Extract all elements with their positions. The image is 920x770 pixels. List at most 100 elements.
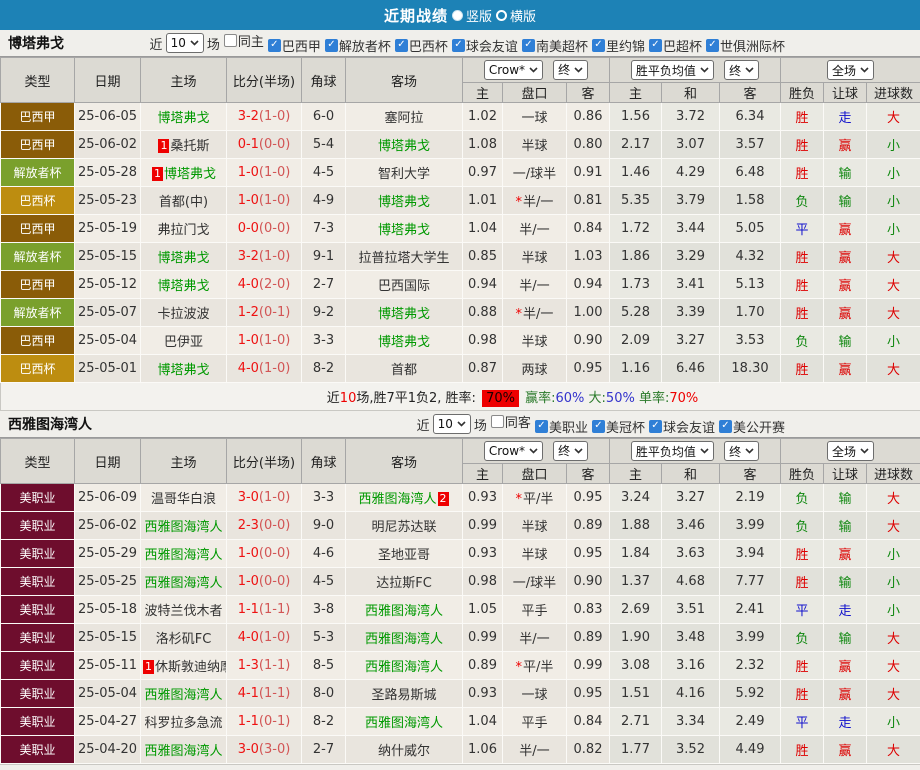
- team-name-text: 博塔弗戈: [378, 223, 430, 238]
- cell-handicap-result: 赢: [824, 243, 867, 271]
- filter-checkbox[interactable]: ✓: [649, 39, 662, 52]
- vertical-layout-radio[interactable]: [452, 10, 463, 21]
- score-fulltime: 2-3: [238, 518, 259, 533]
- cell-date: 25-06-09: [75, 484, 141, 512]
- cell-avg-draw: 3.51: [662, 596, 720, 624]
- title-bar: 近期战绩 竖版 横版: [0, 0, 920, 30]
- filter-checkbox[interactable]: ✓: [592, 39, 605, 52]
- match-count-select[interactable]: 10: [433, 414, 471, 434]
- cell-odds-handicap: *平/半: [503, 652, 567, 680]
- cell-avg-away: 3.99: [720, 512, 781, 540]
- team-name-text: 西雅图海湾人: [365, 604, 443, 619]
- odds-company-select[interactable]: Crow*: [484, 441, 543, 461]
- cell-goals-result: 小: [867, 187, 920, 215]
- chevron-down-icon: [745, 67, 754, 73]
- cell-handicap-result: 输: [824, 187, 867, 215]
- scope-select[interactable]: 全场: [827, 60, 874, 80]
- recent-results-table: 类型 日期 主场 比分(半场) 角球 客场 Crow* 终 胜平负均值 终 全场: [0, 438, 920, 764]
- cell-avg-draw: 3.27: [662, 327, 720, 355]
- cell-handicap-result: 输: [824, 512, 867, 540]
- filter-check: ✓世俱洲际杯: [702, 36, 785, 55]
- sub-header-odds-home: 主: [463, 464, 503, 484]
- filter-checkbox[interactable]: ✓: [592, 420, 605, 433]
- summary-segment: 70%: [482, 390, 519, 407]
- cell-odds-handicap: 半/一: [503, 736, 567, 764]
- odds-time-select[interactable]: 终: [553, 441, 588, 461]
- cell-competition: 巴西甲: [1, 215, 75, 243]
- star-mark: *: [516, 307, 523, 322]
- avg-time-select[interactable]: 终: [724, 60, 759, 80]
- scope-select[interactable]: 全场: [827, 441, 874, 461]
- cell-handicap-result: 赢: [824, 271, 867, 299]
- score-halftime: (1-0): [259, 109, 290, 124]
- cell-odds-away: 0.90: [567, 327, 610, 355]
- team-name-text: 首都(中): [159, 195, 208, 210]
- cell-avg-draw: 6.46: [662, 355, 720, 383]
- filter-check-label: 美冠杯: [606, 417, 645, 436]
- avg-time-select[interactable]: 终: [724, 441, 759, 461]
- filter-checkbox[interactable]: [491, 415, 504, 428]
- handicap-text: 半/一: [523, 195, 553, 210]
- team-name-text: 博塔弗戈: [157, 251, 209, 266]
- cell-competition: 美职业: [1, 624, 75, 652]
- cell-home-team: 西雅图海湾人: [141, 540, 227, 568]
- table-row: 巴西杯25-05-23首都(中)1-0(1-0)4-9博塔弗戈1.01*半/一0…: [1, 187, 920, 215]
- col-header-score: 比分(半场): [227, 439, 302, 484]
- cell-result: 平: [781, 708, 824, 736]
- cell-odds-handicap: 一球: [503, 103, 567, 131]
- team-name-text: 圣路易斯城: [371, 688, 436, 703]
- filter-checkbox[interactable]: ✓: [522, 39, 535, 52]
- filter-checkbox[interactable]: ✓: [268, 39, 281, 52]
- horizontal-layout-radio[interactable]: [496, 10, 507, 21]
- cell-date: 25-05-25: [75, 568, 141, 596]
- cell-odds-away: 0.86: [567, 103, 610, 131]
- odds-time-select[interactable]: 终: [553, 60, 588, 80]
- score-halftime: (1-0): [259, 333, 290, 348]
- filter-checkbox[interactable]: ✓: [649, 420, 662, 433]
- filter-check-label: 里约锦: [606, 36, 645, 55]
- filter-checkbox[interactable]: ✓: [535, 420, 548, 433]
- cell-avg-away: 3.94: [720, 540, 781, 568]
- chevron-down-icon: [700, 448, 709, 454]
- rank-badge: 1: [143, 660, 154, 674]
- cell-goals-result: 小: [867, 159, 920, 187]
- filter-check-label: 球会友谊: [663, 417, 715, 436]
- odds-company-select[interactable]: Crow*: [484, 60, 543, 80]
- filter-controls: 近 10 场 同主✓巴西甲✓解放者杯✓巴西杯✓球会友谊✓南美超杯✓里约锦✓巴超杯…: [150, 30, 785, 56]
- filter-checkbox[interactable]: ✓: [395, 39, 408, 52]
- filter-check: ✓南美超杯: [518, 36, 588, 55]
- filter-check: ✓球会友谊: [448, 36, 518, 55]
- filter-check-label: 南美超杯: [536, 36, 588, 55]
- handicap-text: 半/一: [519, 744, 549, 759]
- cell-competition: 解放者杯: [1, 159, 75, 187]
- filter-checkbox[interactable]: ✓: [706, 39, 719, 52]
- filter-checkbox[interactable]: [224, 34, 237, 47]
- avg-time-value: 终: [729, 62, 741, 79]
- match-count-select[interactable]: 10: [166, 33, 204, 53]
- score-halftime: (0-1): [259, 305, 290, 320]
- avg-type-select[interactable]: 胜平负均值: [631, 60, 714, 80]
- filter-checkbox[interactable]: ✓: [719, 420, 732, 433]
- avg-type-select[interactable]: 胜平负均值: [631, 441, 714, 461]
- team-name-text: 西雅图海湾人: [358, 492, 436, 507]
- cell-odds-handicap: *半/一: [503, 187, 567, 215]
- summary-segment: 近: [327, 391, 340, 406]
- cell-away-team: 拉普拉塔大学生: [346, 243, 463, 271]
- team-name-text: 西雅图海湾人: [144, 520, 222, 535]
- score-fulltime: 1-0: [238, 165, 259, 180]
- cell-goals-result: 大: [867, 271, 920, 299]
- cell-goals-result: 小: [867, 708, 920, 736]
- col-header-home: 主场: [141, 439, 227, 484]
- score-fulltime: 1-1: [238, 714, 259, 729]
- competition-filters: 同主✓巴西甲✓解放者杯✓巴西杯✓球会友谊✓南美超杯✓里约锦✓巴超杯✓世俱洲际杯: [220, 31, 785, 55]
- filter-check-label: 同客: [505, 412, 531, 431]
- filter-check: ✓美公开赛: [715, 417, 785, 436]
- sub-header-avg-away: 客: [720, 83, 781, 103]
- filter-check: ✓里约锦: [588, 36, 645, 55]
- filter-checkbox[interactable]: ✓: [452, 39, 465, 52]
- cell-score: 3-2(1-0): [227, 103, 302, 131]
- cell-score: 2-3(0-0): [227, 512, 302, 540]
- scope-group-header: 全场: [781, 58, 920, 83]
- filter-checkbox[interactable]: ✓: [325, 39, 338, 52]
- handicap-text: 半/一: [519, 223, 549, 238]
